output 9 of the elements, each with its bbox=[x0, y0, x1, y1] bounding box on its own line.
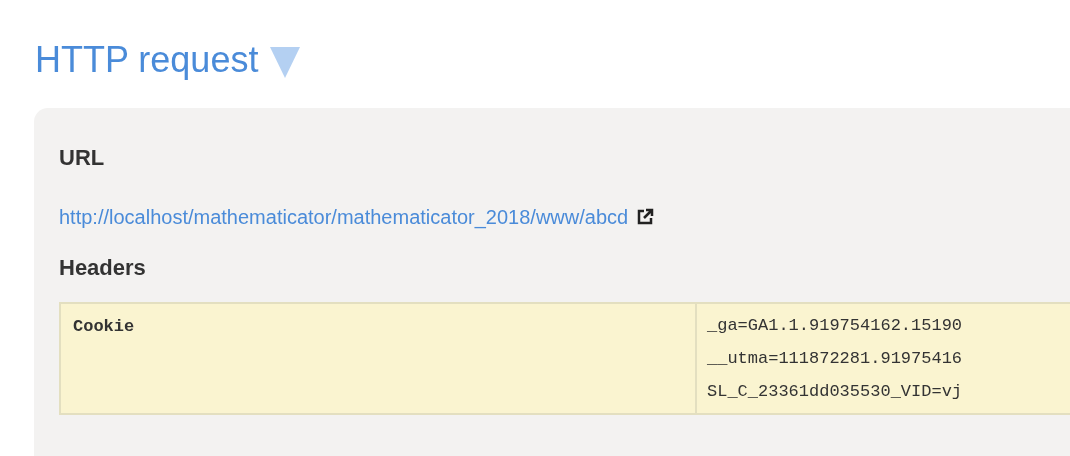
section-title[interactable]: HTTP request bbox=[35, 38, 259, 82]
header-value-line: __utma=111872281.91975416 bbox=[707, 348, 963, 370]
header-name-cell: Cookie bbox=[60, 303, 696, 414]
url-link[interactable]: http://localhost/mathematicator/mathematicator_2018/www/abcd bbox=[59, 205, 629, 229]
external-link-icon[interactable] bbox=[636, 208, 655, 226]
header-value-line: SL_C_23361dd035530_VID=vj bbox=[707, 381, 963, 403]
headers-heading: Headers bbox=[59, 254, 147, 282]
url-heading: URL bbox=[59, 144, 106, 172]
header-value-line: _ga=GA1.1.919754162.15190 bbox=[707, 315, 963, 337]
